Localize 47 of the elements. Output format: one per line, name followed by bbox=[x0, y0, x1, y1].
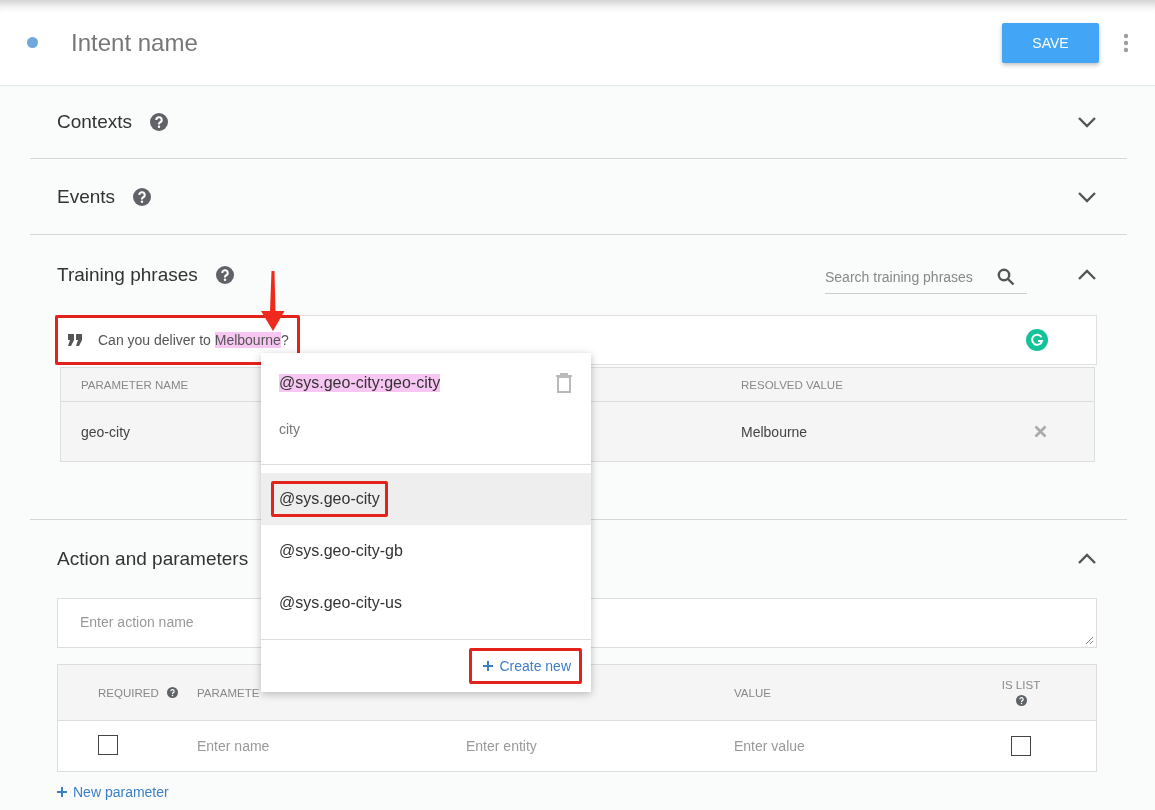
help-icon[interactable] bbox=[166, 687, 178, 698]
column-header: IS LIST bbox=[1001, 679, 1041, 691]
grammar-check-icon[interactable] bbox=[1026, 329, 1048, 351]
search-field[interactable]: Search training phrases bbox=[825, 260, 1027, 294]
collapse-chevron-icon[interactable] bbox=[1077, 268, 1097, 282]
table-cell-text: Melbourne bbox=[741, 423, 809, 440]
plus-icon bbox=[483, 661, 494, 671]
checkbox[interactable] bbox=[98, 734, 118, 755]
expand-chevron-icon[interactable] bbox=[1077, 115, 1097, 129]
entity-option[interactable]: @sys.geo-city bbox=[261, 473, 591, 525]
section-title: Contexts bbox=[57, 111, 132, 133]
help-icon[interactable] bbox=[215, 266, 234, 284]
table-cell-text: geo-city bbox=[81, 423, 132, 440]
plus-icon bbox=[57, 787, 67, 797]
column-header: PARAMETER NAME bbox=[81, 378, 190, 391]
new-parameter-link[interactable]: New parameter bbox=[57, 784, 169, 800]
column-header: RESOLVED VALUE bbox=[741, 378, 844, 391]
resize-handle-icon[interactable] bbox=[1085, 636, 1094, 645]
column-header: VALUE bbox=[734, 686, 771, 699]
expand-chevron-icon[interactable] bbox=[1077, 189, 1097, 204]
entity-label: @sys.geo-city:geo-city bbox=[279, 374, 441, 392]
phrase-text: Can you deliver to Melbourne? bbox=[98, 332, 289, 348]
intent-name-field[interactable]: Intent name bbox=[71, 28, 1002, 57]
save-button[interactable]: SAVE bbox=[1002, 22, 1099, 63]
help-icon[interactable] bbox=[1015, 695, 1027, 706]
annotation-arrow bbox=[260, 271, 286, 331]
entity-option[interactable]: @sys.geo-city-gb bbox=[261, 525, 591, 577]
section-title: Action and parameters bbox=[57, 548, 249, 570]
quote-icon bbox=[68, 334, 83, 346]
help-icon[interactable] bbox=[133, 187, 152, 206]
entity-field[interactable]: Enter entity bbox=[466, 738, 734, 754]
column-header: PARAMETE bbox=[197, 686, 260, 699]
value-field[interactable]: Enter value bbox=[734, 738, 974, 754]
parameter-name-field[interactable]: Enter name bbox=[197, 738, 466, 754]
parameter-label: city bbox=[279, 421, 301, 437]
create-new-button[interactable]: Create new bbox=[469, 648, 582, 684]
more-options-icon[interactable] bbox=[1123, 32, 1129, 53]
search-icon[interactable] bbox=[997, 267, 1015, 286]
checkbox[interactable] bbox=[1011, 736, 1031, 756]
entity-option[interactable]: @sys.geo-city-us bbox=[261, 577, 591, 629]
status-dot bbox=[27, 37, 38, 48]
help-icon[interactable] bbox=[150, 113, 168, 131]
training-phrase-field[interactable]: Can you deliver to Melbourne? bbox=[55, 315, 1097, 365]
section-title: Events bbox=[57, 185, 116, 208]
column-header: REQUIRED bbox=[98, 686, 159, 699]
collapse-chevron-icon[interactable] bbox=[1077, 552, 1097, 566]
section-title: Training phrases bbox=[57, 264, 198, 286]
